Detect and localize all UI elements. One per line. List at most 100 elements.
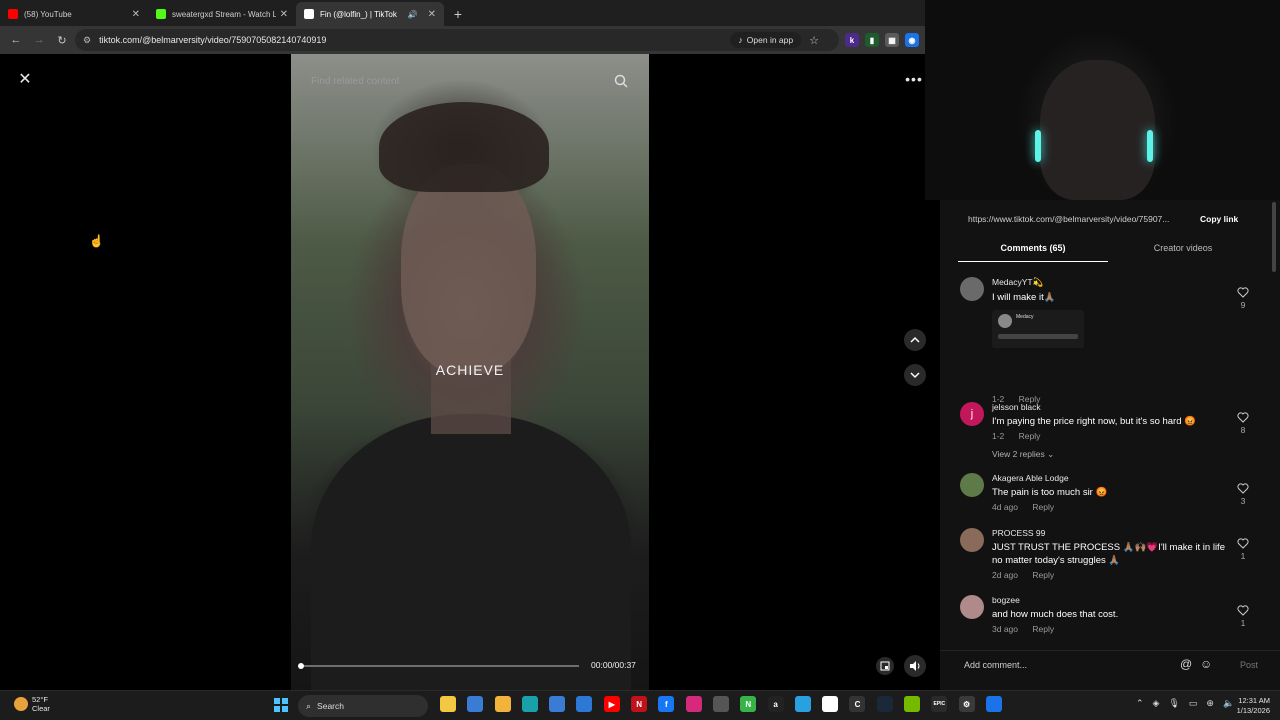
video-frame-hair	[379, 102, 549, 192]
tab-youtube[interactable]: (58) YouTube ✕	[0, 2, 148, 26]
network-icon[interactable]: ⊕	[1206, 698, 1214, 709]
headphone-light-icon	[1147, 130, 1153, 162]
edge-icon[interactable]	[521, 696, 538, 712]
settings-icon[interactable]: ⚙	[958, 696, 975, 712]
tray-chevron-icon[interactable]: ⌃	[1136, 698, 1144, 709]
omnibox[interactable]: ⚙ tiktok.com/@belmarversity/video/759070…	[75, 29, 839, 51]
start-button[interactable]	[274, 698, 288, 712]
forward-button[interactable]: →	[29, 30, 49, 50]
reply-button[interactable]: Reply	[1032, 502, 1054, 512]
search-icon[interactable]	[613, 73, 629, 89]
calculator-icon[interactable]	[712, 696, 729, 712]
reply-button[interactable]: Reply	[1032, 624, 1054, 634]
system-clock[interactable]: 12:31 AM 1/13/2026	[1230, 696, 1270, 716]
close-tab-icon[interactable]: ✕	[132, 9, 140, 20]
next-video-button[interactable]	[904, 364, 926, 386]
comment-author[interactable]: MedacyYT💫	[992, 277, 1232, 288]
taskbar-search[interactable]: ⌕ Search	[298, 695, 428, 717]
bookmark-star-icon[interactable]: ☆	[809, 34, 819, 47]
scrollbar-thumb[interactable]	[1272, 202, 1276, 272]
webcam-person	[1040, 60, 1155, 200]
tab-title: sweatergxd Stream - Watch Live	[172, 9, 276, 19]
windows-taskbar: 52°F Clear ⌕ Search ▶ Nf Na C EPIC ⚙ ⌃ ◈ 🎙 ▭ …	[0, 690, 1280, 720]
like-button[interactable]: 1	[1236, 605, 1250, 628]
extension-grey-icon[interactable]: ▦	[885, 33, 899, 47]
comment-author[interactable]: PROCESS 99	[992, 528, 1232, 538]
mention-icon[interactable]: @	[1180, 657, 1192, 671]
emoji-icon[interactable]: ☺	[1200, 657, 1212, 671]
open-in-app-button[interactable]: ♪ Open in app	[730, 32, 802, 48]
extension-blue-icon[interactable]: ◉	[905, 33, 919, 47]
tab-strip: (58) YouTube ✕ sweatergxd Stream - Watch…	[0, 0, 925, 26]
copy-link-button[interactable]: Copy link	[1200, 214, 1238, 224]
copilot-icon[interactable]	[467, 696, 484, 712]
reply-button[interactable]: Reply	[1019, 431, 1041, 441]
more-options-button[interactable]: •••	[900, 68, 928, 90]
picture-in-picture-button[interactable]	[876, 657, 894, 675]
steam-icon[interactable]	[876, 696, 893, 712]
chrome-icon[interactable]	[985, 696, 1002, 712]
notion-green-icon[interactable]: N	[740, 696, 757, 712]
volume-button[interactable]	[904, 655, 926, 677]
avatar[interactable]	[960, 277, 984, 301]
comments-scrollbar[interactable]	[1272, 200, 1278, 640]
url-text[interactable]: tiktok.com/@belmarversity/video/75907050…	[99, 35, 730, 45]
weather-widget[interactable]: 52°F Clear	[14, 695, 50, 713]
avatar[interactable]: j	[960, 402, 984, 426]
video-progress-bar[interactable]	[298, 663, 579, 669]
close-tab-icon[interactable]: ✕	[280, 9, 288, 20]
tab-creator-videos[interactable]: Creator videos	[1108, 238, 1258, 262]
progress-knob[interactable]	[298, 663, 304, 669]
nvidia-icon[interactable]	[904, 696, 921, 712]
extension-green-icon[interactable]: ▮	[865, 33, 879, 47]
app-c-icon[interactable]: C	[849, 696, 866, 712]
back-button[interactable]: ←	[6, 30, 26, 50]
folder-icon[interactable]	[494, 696, 511, 712]
roblox-icon[interactable]	[822, 696, 839, 712]
youtube-icon[interactable]: ▶	[603, 696, 620, 712]
reload-button[interactable]: ↻	[52, 30, 72, 50]
youtube-favicon-icon	[8, 9, 18, 19]
view-replies-button[interactable]: View 2 replies ⌄	[992, 449, 1232, 460]
previous-video-button[interactable]	[904, 329, 926, 351]
speaker-icon[interactable]: 🔊	[408, 10, 418, 19]
store-icon[interactable]	[549, 696, 566, 712]
epic-icon[interactable]: EPIC	[931, 696, 948, 712]
comment-author[interactable]: bogzee	[992, 595, 1232, 605]
tab-tiktok[interactable]: Fin (@lolfin_) | TikTok 🔊 ✕	[296, 2, 444, 26]
avatar[interactable]	[960, 473, 984, 497]
instagram-icon[interactable]	[685, 696, 702, 712]
app-blue-icon[interactable]	[794, 696, 811, 712]
add-comment-input[interactable]: Add comment...	[964, 660, 1027, 670]
tray-app-icon[interactable]: ◈	[1153, 698, 1160, 709]
new-tab-button[interactable]: +	[448, 4, 468, 24]
like-button[interactable]: 9	[1236, 287, 1250, 310]
comment-author[interactable]: jelsson black	[992, 402, 1232, 412]
comment-attachment-image[interactable]: Medacy	[992, 310, 1084, 348]
close-tab-icon[interactable]: ✕	[428, 9, 436, 20]
amazon-icon[interactable]: a	[767, 696, 784, 712]
like-button[interactable]: 3	[1236, 483, 1250, 506]
outlook-icon[interactable]	[576, 696, 593, 712]
like-button[interactable]: 8	[1236, 412, 1250, 435]
tab-kick-stream[interactable]: sweatergxd Stream - Watch Live ✕	[148, 2, 296, 26]
avatar[interactable]	[960, 528, 984, 552]
site-info-icon[interactable]: ⚙	[83, 35, 91, 46]
share-link-url[interactable]: https://www.tiktok.com/@belmarversity/vi…	[968, 214, 1190, 224]
reply-button[interactable]: Reply	[1032, 570, 1054, 580]
extension-k-icon[interactable]: k	[845, 33, 859, 47]
display-icon[interactable]: ▭	[1189, 698, 1198, 709]
close-video-button[interactable]: ✕	[14, 68, 36, 90]
file-explorer-icon[interactable]	[440, 696, 456, 712]
avatar[interactable]	[960, 595, 984, 619]
related-search-bar[interactable]: Find related content	[301, 70, 639, 92]
comment-author[interactable]: Akagera Able Lodge	[992, 473, 1232, 483]
tab-comments[interactable]: Comments (65)	[958, 238, 1108, 262]
microphone-icon[interactable]: 🎙	[1168, 698, 1179, 709]
like-button[interactable]: 1	[1236, 538, 1250, 561]
post-button[interactable]: Post	[1240, 660, 1258, 670]
video-player[interactable]: Find related content ACHIEVE	[291, 54, 649, 690]
facebook-icon[interactable]: f	[658, 696, 675, 712]
mouse-cursor-icon: ☝	[89, 234, 104, 248]
netflix-icon[interactable]: N	[631, 696, 648, 712]
